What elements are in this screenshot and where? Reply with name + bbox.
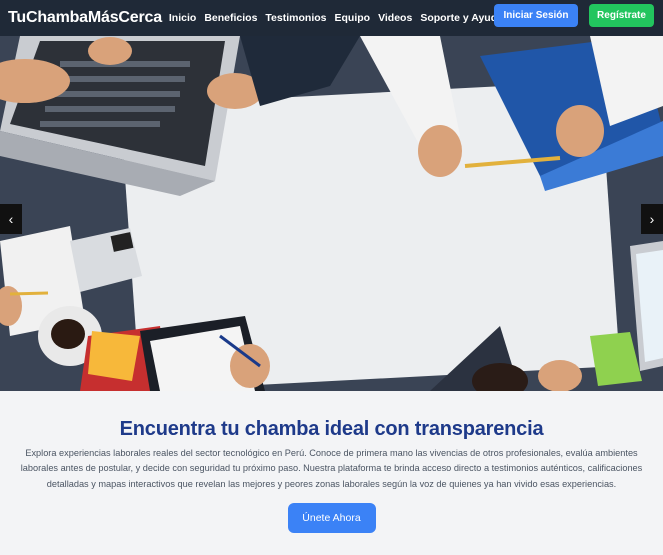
- carousel-next-button[interactable]: ›: [641, 204, 663, 234]
- nav-link-inicio[interactable]: Inicio: [169, 12, 196, 24]
- hero-content: Encuentra tu chamba ideal con transparen…: [0, 391, 663, 555]
- intro-description: Explora experiencias laborales reales de…: [20, 448, 643, 489]
- nav-link-testimonios[interactable]: Testimonios: [265, 12, 326, 24]
- nav-link-beneficios[interactable]: Beneficios: [204, 12, 257, 24]
- hero-carousel: ‹ ›: [0, 36, 663, 391]
- page-title: Encuentra tu chamba ideal con transparen…: [119, 418, 544, 440]
- nav-link-soporte[interactable]: Soporte y Ayuda: [420, 12, 503, 24]
- navbar: TuChambaMásCerca Inicio Beneficios Testi…: [0, 0, 663, 36]
- login-button[interactable]: Iniciar Sesión: [494, 4, 578, 27]
- register-button[interactable]: Regístrate: [589, 4, 654, 27]
- nav-link-equipo[interactable]: Equipo: [334, 12, 370, 24]
- brand-logo[interactable]: TuChambaMásCerca: [8, 9, 162, 27]
- hero-image: [0, 36, 663, 391]
- nav-links: Inicio Beneficios Testimonios Equipo Vid…: [169, 12, 511, 24]
- nav-link-videos[interactable]: Videos: [378, 12, 412, 24]
- carousel-prev-button[interactable]: ‹: [0, 204, 22, 234]
- join-now-button[interactable]: Únete Ahora: [287, 502, 376, 533]
